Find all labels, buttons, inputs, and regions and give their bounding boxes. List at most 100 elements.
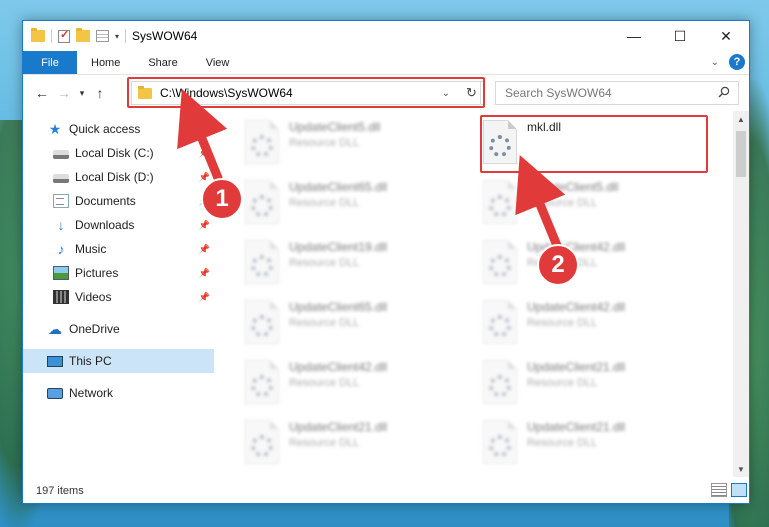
new-folder-icon[interactable] <box>76 28 90 42</box>
dll-file-icon <box>245 240 279 284</box>
window-controls: — ☐ ✕ <box>611 21 749 51</box>
dll-file-icon <box>245 180 279 224</box>
help-icon[interactable]: ? <box>729 54 745 70</box>
details-view-icon[interactable] <box>711 483 727 497</box>
customize-icon[interactable] <box>96 30 109 42</box>
file-highlight-box <box>480 115 708 173</box>
file-type: Resource DLL <box>289 257 360 269</box>
sidebar-item-label: Videos <box>75 290 112 304</box>
file-name: UpdateClient42.dll <box>289 360 388 374</box>
sidebar-item-pictures[interactable]: Pictures 📌 <box>23 261 214 285</box>
sidebar-item-music[interactable]: ♪ Music 📌 <box>23 237 214 261</box>
pin-icon[interactable]: 📌 <box>199 268 210 279</box>
ribbon-tabs: File Home Share View ⌄ ? <box>23 51 749 75</box>
file-type: Resource DLL <box>527 197 598 209</box>
navigation-bar: ← → ▾ ↑ C:\Windows\SysWOW64 ⌄ ↻ Search S… <box>23 75 749 111</box>
sidebar-item-videos[interactable]: Videos 📌 <box>23 285 214 309</box>
dll-file-icon <box>483 360 517 404</box>
sidebar-item-label: Music <box>75 242 107 256</box>
music-icon: ♪ <box>57 241 65 257</box>
maximize-button[interactable]: ☐ <box>657 21 703 51</box>
file-item[interactable]: UpdateClient65.dll Resource DLL <box>245 297 465 347</box>
file-item[interactable]: UpdateClient5.dll Resource DLL <box>245 117 465 167</box>
sidebar-item-local-disk-c[interactable]: Local Disk (C:) 📌 <box>23 141 214 165</box>
file-item[interactable]: UpdateClient42.dllResource DLL <box>483 297 703 347</box>
qat-dropdown-icon[interactable]: ▾ <box>115 32 119 41</box>
pin-icon[interactable]: 📌 <box>199 220 210 231</box>
sidebar-item-network[interactable]: Network <box>23 381 214 405</box>
file-name: UpdateClient21.dll <box>527 420 626 434</box>
dll-file-icon <box>483 240 517 284</box>
forward-arrow-icon[interactable]: → <box>53 85 75 101</box>
scroll-thumb[interactable] <box>736 131 746 177</box>
sidebar-item-downloads[interactable]: ↓ Downloads 📌 <box>23 213 214 237</box>
window-title: SysWOW64 <box>132 29 198 43</box>
pin-icon[interactable]: 📌 <box>199 148 210 159</box>
folder-icon <box>31 28 45 42</box>
dll-file-icon <box>245 360 279 404</box>
file-item[interactable]: UpdateClient21.dll Resource DLL <box>245 417 465 467</box>
sidebar-item-label: Local Disk (D:) <box>75 170 154 184</box>
close-button[interactable]: ✕ <box>703 21 749 51</box>
pin-icon[interactable]: 📌 <box>199 244 210 255</box>
sidebar-item-this-pc[interactable]: This PC <box>23 349 214 373</box>
properties-check-icon[interactable] <box>58 28 70 43</box>
up-arrow-icon[interactable]: ↑ <box>89 85 111 101</box>
cloud-icon: ☁ <box>48 321 62 337</box>
tab-home[interactable]: Home <box>77 51 134 74</box>
pin-icon[interactable]: 📌 <box>199 292 210 303</box>
file-name: UpdateClient19.dll <box>289 240 388 254</box>
pc-icon <box>47 355 63 367</box>
file-type: Resource DLL <box>527 317 598 329</box>
step-badge-2: 2 <box>537 244 579 286</box>
expand-ribbon-chevron-icon[interactable]: ⌄ <box>711 57 719 68</box>
pin-icon[interactable]: 📌 <box>199 172 210 183</box>
vertical-scrollbar[interactable]: ▲ ▼ <box>733 111 749 477</box>
tab-share[interactable]: Share <box>134 51 191 74</box>
dll-file-icon <box>483 420 517 464</box>
divider <box>51 29 52 43</box>
sidebar-item-label: Documents <box>75 194 136 208</box>
documents-icon <box>53 194 69 208</box>
step-badge-1: 1 <box>201 178 243 220</box>
file-item[interactable]: UpdateClient19.dll Resource DLL <box>245 237 465 287</box>
recent-locations-icon[interactable]: ▾ <box>75 88 89 99</box>
downloads-icon: ↓ <box>57 217 65 233</box>
videos-icon <box>53 290 69 304</box>
minimize-button[interactable]: — <box>611 21 657 51</box>
scroll-up-icon[interactable]: ▲ <box>733 111 749 127</box>
search-input[interactable]: Search SysWOW64 <box>495 81 739 105</box>
tab-view[interactable]: View <box>192 51 244 74</box>
file-item[interactable]: UpdateClient21.dll Resource DLL <box>483 357 703 407</box>
tab-file[interactable]: File <box>23 51 77 74</box>
file-name: UpdateClient5.dll <box>527 180 619 194</box>
back-arrow-icon[interactable]: ← <box>31 85 53 101</box>
file-item[interactable]: UpdateClient21.dll Resource DLL <box>483 417 703 467</box>
sidebar-item-label: Downloads <box>75 218 135 232</box>
sidebar-item-onedrive[interactable]: ☁ OneDrive <box>23 317 214 341</box>
file-name: UpdateClient65.dll <box>289 180 388 194</box>
quick-access-toolbar: ▾ <box>23 28 127 43</box>
pictures-icon <box>53 266 69 280</box>
divider <box>125 29 127 43</box>
file-item[interactable]: UpdateClient42.dllResource DLL <box>483 237 703 287</box>
file-item[interactable]: UpdateClient5.dll Resource DLL <box>483 177 703 227</box>
explorer-window: ▾ SysWOW64 — ☐ ✕ File Home Share View ⌄ … <box>22 20 750 504</box>
address-highlight-box <box>127 77 485 108</box>
large-icons-view-icon[interactable] <box>731 483 747 497</box>
scroll-down-icon[interactable]: ▼ <box>733 461 749 477</box>
sidebar-item-label: Local Disk (C:) <box>75 146 154 160</box>
navigation-pane: ★ Quick access Local Disk (C:) 📌 Local D… <box>23 111 215 477</box>
sidebar-item-documents[interactable]: Documents 📌 <box>23 189 214 213</box>
sidebar-item-label: Quick access <box>69 122 141 136</box>
dll-file-icon <box>245 420 279 464</box>
dll-file-icon <box>483 180 517 224</box>
dll-file-icon <box>245 300 279 344</box>
disk-icon <box>53 150 69 159</box>
file-type: Resource DLL <box>289 137 360 149</box>
file-item[interactable]: UpdateClient65.dll Resource DLL <box>245 177 465 227</box>
sidebar-item-quick-access[interactable]: ★ Quick access <box>23 117 214 141</box>
sidebar-item-local-disk-d[interactable]: Local Disk (D:) 📌 <box>23 165 214 189</box>
file-item[interactable]: UpdateClient42.dllResource DLL <box>245 357 465 407</box>
ribbon-right-controls: ⌄ ? <box>711 54 745 70</box>
